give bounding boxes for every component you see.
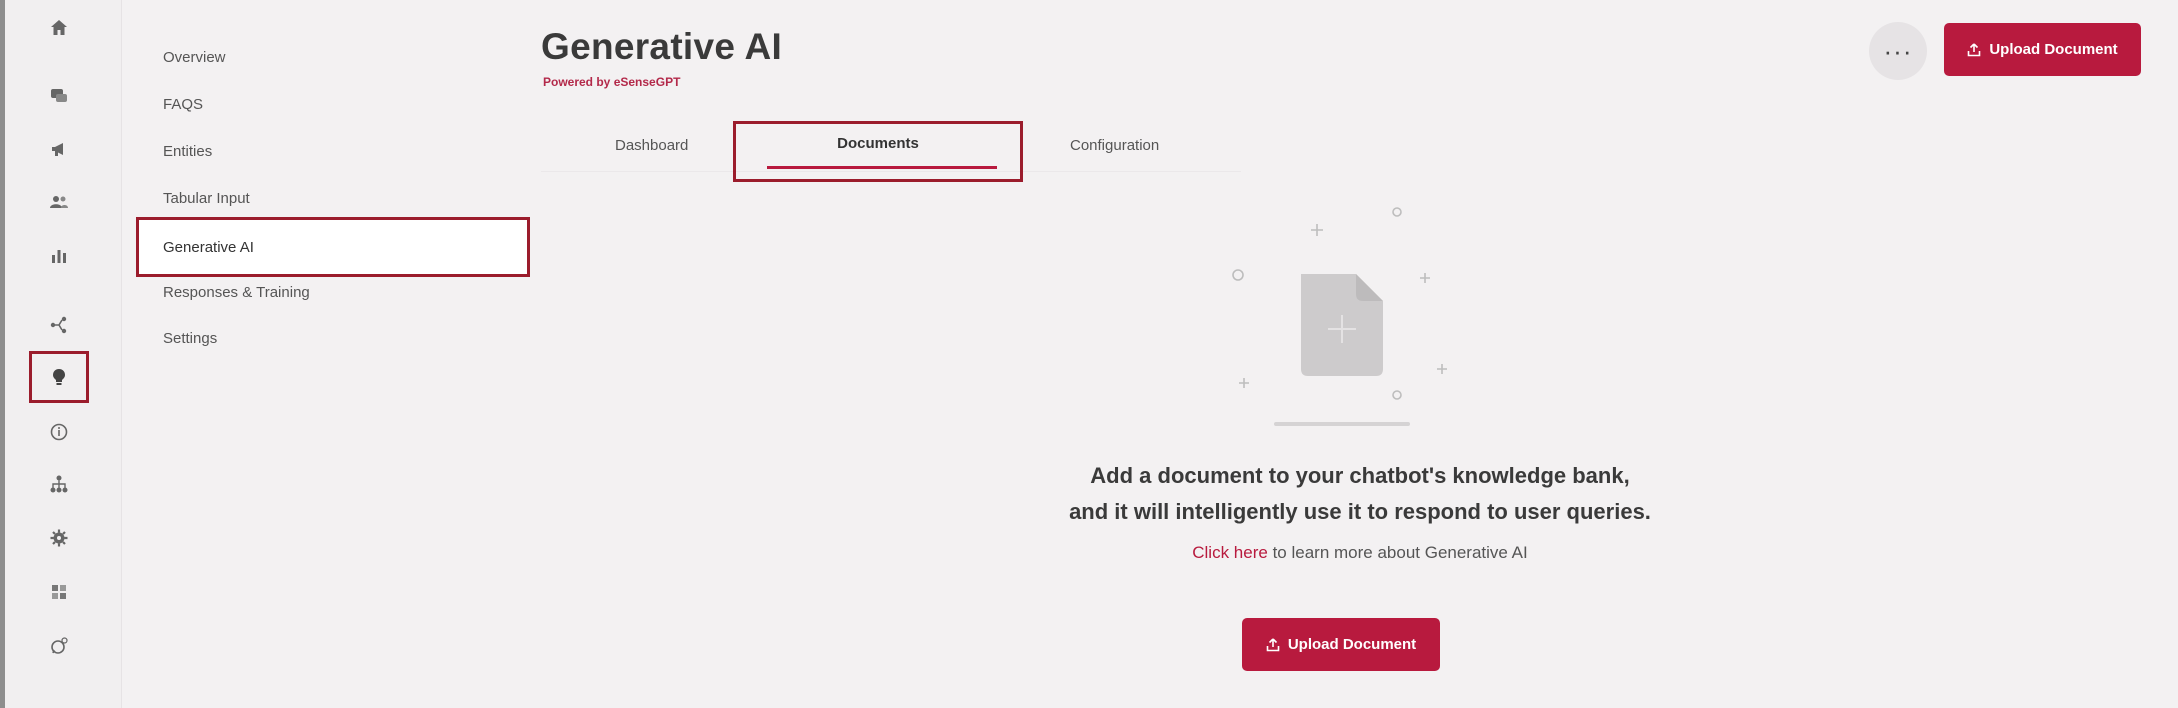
empty-state-title-line2: and it will intelligently use it to resp… [1069,499,1651,524]
flow-icon[interactable] [39,305,79,345]
users-icon[interactable] [39,182,79,222]
upload-document-label-header: Upload Document [1989,41,2118,58]
empty-document-illustration [1220,200,1480,430]
grid-icon[interactable] [39,572,79,612]
bar-chart-icon[interactable] [39,236,79,276]
chat-icon[interactable] [39,76,79,116]
tab-documents[interactable]: Documents [733,121,1023,167]
upload-document-button-main[interactable]: Upload Document [1242,618,1440,671]
empty-state-title-line1: Add a document to your chatbot's knowled… [1090,463,1630,488]
tab-dashboard[interactable]: Dashboard [615,120,688,172]
powered-by-label: Powered by eSenseGPT [543,75,680,89]
subnav-item-tabular-input[interactable]: Tabular Input [163,185,250,213]
empty-state-title: Add a document to your chatbot's knowled… [960,458,1760,530]
subnav-item-responses-training[interactable]: Responses & Training [163,279,310,307]
learn-more-text: to learn more about Generative AI [1272,543,1528,562]
settings-icon[interactable] [39,518,79,558]
subnav-item-entities[interactable]: Entities [163,138,212,166]
upload-icon [1967,42,1981,57]
click-here-link[interactable]: Click here [1192,543,1268,562]
bot-subnav: Overview FAQS Entities Tabular Input Gen… [122,0,542,708]
powered-by-prefix: Powered by [543,75,611,89]
bulb-icon[interactable] [29,351,89,403]
megaphone-icon[interactable] [39,129,79,169]
subnav-item-generative-ai[interactable]: Generative AI [136,217,530,277]
upload-icon [1266,637,1280,652]
home-icon[interactable] [39,8,79,48]
whatsapp-icon[interactable] [39,626,79,666]
tab-configuration[interactable]: Configuration [1070,120,1159,172]
info-icon[interactable] [39,412,79,452]
page-title: Generative AI [541,26,783,67]
tab-active-indicator [767,166,997,169]
subnav-item-overview[interactable]: Overview [163,44,226,72]
icon-rail [5,0,122,708]
powered-by-brand: eSenseGPT [613,75,681,89]
upload-document-button-header[interactable]: Upload Document [1944,23,2141,76]
subnav-item-faqs[interactable]: FAQS [163,91,203,119]
upload-document-label-main: Upload Document [1287,636,1417,653]
subnav-item-settings[interactable]: Settings [163,325,217,353]
hierarchy-icon[interactable] [39,464,79,504]
more-options-button[interactable]: ··· [1869,22,1927,80]
learn-more-line: Click here to learn more about Generativ… [960,543,1760,563]
